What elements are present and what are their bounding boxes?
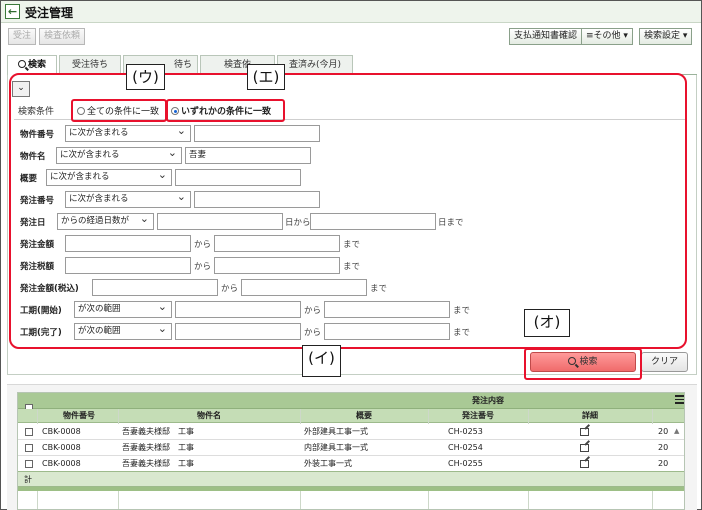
external-link-icon[interactable] [580,444,589,452]
inspection-request-button[interactable]: 検査依頼 [39,28,86,45]
group-header-label: 発注内容 [472,396,504,405]
col-summary[interactable]: 概要 [300,409,428,423]
row-checkbox[interactable] [25,444,33,452]
toolbar: 受注 検査依頼 支払通知書確認 ≡その他 ▾ 検索設定 ▾ [1,24,701,48]
tab-inspected-this-month[interactable]: 査済み(今月) [277,55,353,75]
row-bukken-name: 吾妻義夫様邸 工事 [122,459,194,468]
annotation-outline-o [524,348,642,380]
search-settings-button[interactable]: 検索設定 ▾ [639,28,693,45]
grid-group-header: 発注内容 [18,393,684,412]
back-arrow-icon[interactable]: ← [5,4,20,19]
tab-waiting-order[interactable]: 受注待ち [59,55,121,75]
row-bukken-name: 吾妻義夫様邸 工事 [122,443,194,452]
table-row[interactable]: CBK-0008 吾妻義夫様邸 工事 外部建具工事一式 CH-0253 20 [18,424,684,440]
annotation-outline-e [166,99,285,122]
row-order-no: CH-0255 [448,459,483,468]
scroll-up-icon[interactable]: ▲ [674,427,679,435]
row-bukken-no: CBK-0008 [42,443,81,452]
col-bukken-no[interactable]: 物件番号 [40,409,118,423]
grid-menu-icon[interactable] [675,395,684,404]
callout-e: (エ) [247,64,285,90]
callout-u: (ウ) [126,64,165,90]
payment-notice-button[interactable]: 支払通知書確認 [509,28,583,45]
callout-o: (オ) [524,309,570,337]
total-row: 計 [18,471,684,487]
row-trailing-cell: 20 [658,427,669,436]
row-bukken-no: CBK-0008 [42,427,81,436]
row-summary: 外装工事一式 [304,459,352,468]
table-row[interactable]: CBK-0008 吾妻義夫様邸 工事 外装工事一式 CH-0255 20 [18,456,684,472]
other-menu-button[interactable]: ≡その他 ▾ [581,28,633,45]
tab-bar: 検索 受注待ち 待ち 検査依 査済み(今月) [7,55,697,76]
callout-i: (イ) [302,345,341,377]
row-checkbox[interactable] [25,428,33,436]
row-order-no: CH-0253 [448,427,483,436]
row-checkbox[interactable] [25,460,33,468]
row-order-no: CH-0254 [448,443,483,452]
annotation-outline-u [71,99,167,122]
clear-button[interactable]: クリア [641,352,688,372]
total-label: 計 [24,475,32,484]
title-bar: ← 受注管理 [1,1,701,23]
external-link-icon[interactable] [580,428,589,436]
external-link-icon[interactable] [580,460,589,468]
page-title: 受注管理 [25,6,74,20]
col-detail[interactable]: 詳細 [528,409,652,423]
order-button[interactable]: 受注 [8,28,37,45]
row-bukken-name: 吾妻義夫様邸 工事 [122,427,194,436]
grid-footer-band [18,487,684,491]
result-grid: 発注内容 物件番号 物件名 概要 発注番号 詳細 CBK-0008 吾妻義夫様邸… [17,392,685,510]
row-trailing-cell: 20 [658,443,669,452]
table-row[interactable]: CBK-0008 吾妻義夫様邸 工事 内部建具工事一式 CH-0254 20 [18,440,684,456]
col-bukken-name[interactable]: 物件名 [118,409,300,423]
row-summary: 内部建具工事一式 [304,443,368,452]
search-icon [17,60,26,68]
row-bukken-no: CBK-0008 [42,459,81,468]
row-summary: 外部建具工事一式 [304,427,368,436]
row-trailing-cell: 20 [658,459,669,468]
col-order-no[interactable]: 発注番号 [428,409,528,423]
tab-search-label: 検索 [27,60,46,70]
